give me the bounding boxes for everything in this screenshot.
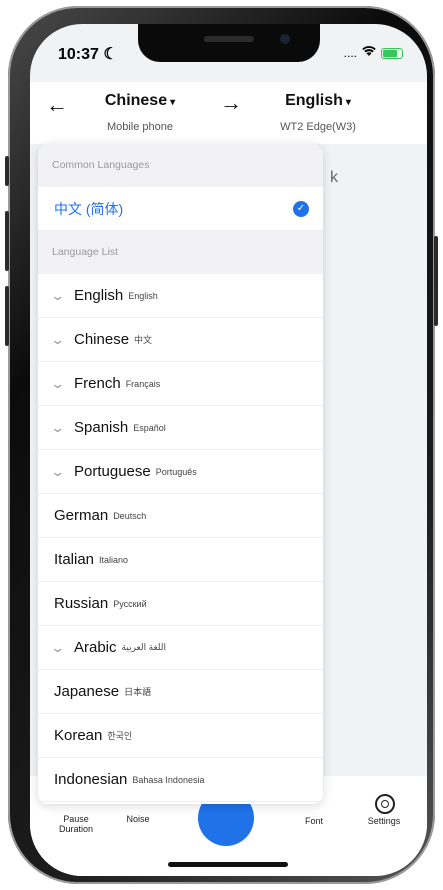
home-indicator	[168, 862, 288, 867]
language-name: Japanese	[54, 683, 120, 700]
chevron-down-icon[interactable]: ⌄	[50, 464, 78, 480]
signal-icon: ....	[343, 46, 357, 60]
language-name: Russian	[54, 595, 109, 612]
chevron-down-icon[interactable]: ⌄	[50, 420, 78, 436]
language-item-italian[interactable]: Italian Italiano	[38, 538, 323, 582]
language-item-korean[interactable]: Korean 한국인	[38, 714, 323, 758]
status-time: 10:37 ☾	[58, 46, 118, 63]
language-native-name: 한국인	[107, 731, 133, 741]
language-native-name: 日本語	[124, 687, 152, 697]
pause-duration-button[interactable]: Pause Duration	[56, 814, 96, 834]
common-languages-header: Common Languages	[38, 144, 323, 187]
language-name: Chinese	[74, 331, 130, 348]
language-native-name: Русский	[113, 598, 147, 609]
back-arrow-icon[interactable]: ←	[46, 92, 68, 118]
language-name: English	[74, 287, 124, 304]
language-item-german[interactable]: German Deutsch	[38, 494, 323, 538]
language-name: German	[54, 507, 109, 524]
language-item-arabic[interactable]: ⌄ Arabic اللغة العربية	[38, 626, 323, 670]
language-item-russian[interactable]: Russian Русский	[38, 582, 323, 626]
battery-icon	[381, 47, 403, 59]
language-name: Arabic	[74, 639, 117, 656]
settings-label: Settings	[367, 816, 401, 826]
target-device-label: WT2 Edge(W3)	[280, 121, 356, 133]
common-language-label: 中文 (简体)	[54, 200, 124, 217]
target-language-selector[interactable]: English ▾ WT2 Edge(W3)	[248, 92, 388, 133]
notch	[138, 24, 320, 62]
language-name: Portuguese	[74, 463, 151, 480]
language-native-name: Bahasa Indonesia	[132, 774, 205, 785]
language-name: Korean	[54, 727, 103, 744]
source-device-label: Mobile phone	[106, 121, 174, 133]
font-button[interactable]: Font	[294, 816, 334, 826]
moon-icon: ☾	[103, 46, 118, 63]
header: ← Chinese ▾ Mobile phone → English ▾ WT2 E…	[30, 82, 427, 144]
speaker	[204, 36, 254, 42]
language-item-english[interactable]: ⌄ English English	[38, 274, 323, 318]
language-native-name: Italiano	[99, 554, 129, 565]
language-native-name: English	[128, 290, 158, 301]
language-native-name: Français	[125, 378, 161, 389]
language-item-french[interactable]: ⌄ French Français	[38, 362, 323, 406]
language-native-name: اللغة العربية	[121, 642, 167, 652]
chevron-down-icon[interactable]: ⌄	[50, 640, 78, 656]
screen: 10:37 ☾ .... ← Chinese ▾ Mobile phone → E…	[30, 24, 427, 876]
camera	[280, 34, 290, 44]
language-native-name: Español	[133, 422, 166, 433]
mute-switch	[5, 156, 9, 186]
pause-duration-label: Pause Duration	[58, 814, 94, 834]
language-dropdown: Common Languages 中文 (简体) ✓ Language List…	[38, 144, 323, 804]
wifi-icon	[362, 46, 376, 60]
language-list: ⌄ English English ⌄ Chinese 中文 ⌄ French Français…	[38, 274, 323, 802]
chevron-down-icon[interactable]: ⌄	[50, 376, 78, 392]
language-item-indonesian[interactable]: Indonesian Bahasa Indonesia	[38, 758, 323, 802]
chevron-down-icon[interactable]: ⌄	[50, 332, 78, 348]
font-label: Font	[304, 816, 323, 826]
language-name: Italian	[54, 551, 95, 568]
right-arrow-icon: →	[220, 90, 242, 115]
caret-down-icon: ▾	[170, 97, 176, 108]
language-list-header: Language List	[38, 231, 323, 274]
volume-up-button	[5, 211, 9, 271]
phone-frame: 10:37 ☾ .... ← Chinese ▾ Mobile phone → E…	[5, 6, 438, 884]
chevron-down-icon[interactable]: ⌄	[50, 288, 78, 304]
check-icon: ✓	[293, 200, 309, 217]
language-native-name: Português	[155, 466, 197, 477]
source-language-selector[interactable]: Chinese ▾ Mobile phone	[70, 92, 210, 133]
language-name: Indonesian	[54, 771, 128, 788]
language-name: Spanish	[74, 419, 129, 436]
target-language-label: English	[285, 92, 343, 109]
common-language-item[interactable]: 中文 (简体) ✓	[38, 187, 323, 231]
status-icons: ....	[344, 46, 403, 60]
language-item-spanish[interactable]: ⌄ Spanish Español	[38, 406, 323, 450]
background-text: k	[330, 169, 338, 186]
noise-button[interactable]: Noise	[118, 814, 158, 824]
volume-down-button	[5, 286, 9, 346]
language-item-japanese[interactable]: Japanese 日本語	[38, 670, 323, 714]
power-button	[434, 236, 438, 326]
language-item-chinese[interactable]: ⌄ Chinese 中文	[38, 318, 323, 362]
settings-button[interactable]: Settings	[356, 816, 412, 826]
language-native-name: Deutsch	[113, 510, 147, 521]
caret-down-icon: ▾	[345, 97, 351, 108]
language-item-portuguese[interactable]: ⌄ Portuguese Português	[38, 450, 323, 494]
source-language-label: Chinese	[104, 92, 168, 109]
noise-label: Noise	[126, 814, 150, 824]
settings-icon[interactable]	[375, 794, 395, 814]
language-name: French	[74, 375, 121, 392]
language-native-name: 中文	[134, 335, 153, 345]
